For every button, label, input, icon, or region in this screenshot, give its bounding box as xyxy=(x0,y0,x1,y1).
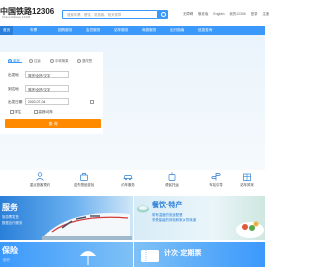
link-english[interactable]: English xyxy=(213,12,224,16)
link-my12306[interactable]: 我的12306 xyxy=(229,12,245,16)
food-plate-image xyxy=(236,221,264,238)
train-image xyxy=(42,212,132,240)
nav-guide[interactable]: 出行指南 xyxy=(170,28,184,33)
car-icon xyxy=(123,175,133,181)
highspeed-option[interactable]: 高铁/动车 xyxy=(34,109,53,114)
checkbox-icon xyxy=(10,110,14,114)
checkbox-icon xyxy=(34,110,38,114)
signpost-icon xyxy=(211,173,221,181)
nav-tickets[interactable]: 车票 xyxy=(30,28,37,33)
nav-station[interactable]: 站车服务 xyxy=(114,28,128,33)
promo-insurance-title: 保险 xyxy=(2,246,18,255)
promo-service-sub1: 旅游票发售 xyxy=(2,215,19,219)
search-input[interactable]: 搜索车票、餐饮、常旅客、相关规章 xyxy=(62,10,158,19)
to-input[interactable]: 简拼/全拼/汉字 xyxy=(25,85,69,92)
top-links: 无障碍 敬老版 English 我的12306 登录 注册 xyxy=(183,11,274,16)
service-style[interactable]: 站车风采 xyxy=(229,170,265,187)
nav-home[interactable]: 首页 xyxy=(0,26,14,35)
person-icon xyxy=(36,172,44,181)
from-label: 出发地 xyxy=(8,73,19,77)
service-bar: 重点旅客预约 遗失物品查找 约车服务 便民托运 车站引导 站车风采 xyxy=(0,170,265,193)
search-placeholder: 搜索车票、餐饮、常旅客、相关规章 xyxy=(67,13,122,17)
service-car-booking[interactable]: 约车服务 xyxy=(110,170,146,187)
promo-food[interactable]: 餐饮·特产 带有温度的旅途配餐 享受星级的体验和家乡的味道 xyxy=(134,196,265,240)
promo-pass-title: 计次·定期票 xyxy=(164,250,202,257)
ticket-icon xyxy=(141,250,159,262)
header: 中国铁路12306 China Railway 12306 搜索车票、餐饮、常旅… xyxy=(0,0,269,26)
link-login[interactable]: 登录 xyxy=(251,12,258,16)
link-accessibility[interactable]: 无障碍 xyxy=(183,12,193,16)
service-lost-found[interactable]: 遗失物品查找 xyxy=(66,170,102,187)
link-elderly[interactable]: 敬老版 xyxy=(198,12,208,16)
student-option[interactable]: 学生 xyxy=(10,109,21,114)
luggage-icon xyxy=(168,172,176,181)
radio-icon xyxy=(50,59,54,64)
service-consignment[interactable]: 便民托运 xyxy=(154,170,190,187)
from-input[interactable]: 简拼/全拼/汉字 xyxy=(25,71,69,78)
tab-roundtrip[interactable]: 往返 xyxy=(29,58,41,64)
building-icon xyxy=(243,173,251,181)
nav-group[interactable]: 团购服务 xyxy=(58,28,72,33)
query-button[interactable]: 查 询 xyxy=(5,119,101,128)
nav-business[interactable]: 商旅服务 xyxy=(142,28,156,33)
date-input[interactable]: 2020-07-04 xyxy=(25,98,69,105)
logo[interactable]: 中国铁路12306 China Railway 12306 xyxy=(0,6,54,19)
radio-icon xyxy=(77,59,81,64)
promo-service[interactable]: 服务 旅游票发售 数据出行服务 xyxy=(0,196,133,240)
promo-food-sub2: 享受星级的体验和家乡的味道 xyxy=(152,218,197,222)
calendar-icon[interactable] xyxy=(90,99,94,104)
active-tab-underline xyxy=(8,62,22,63)
umbrella-icon xyxy=(80,251,96,265)
tab-refund[interactable]: 退改签 xyxy=(77,58,92,64)
nav-info[interactable]: 信息查询 xyxy=(198,28,212,33)
teacup-icon xyxy=(137,205,149,213)
booking-tabs: 单程 往返 中转换乘 退改签 xyxy=(0,57,103,65)
radio-icon xyxy=(29,59,33,64)
service-key-passenger[interactable]: 重点旅客预约 xyxy=(22,170,58,187)
bag-icon xyxy=(80,173,88,181)
promo-insurance-sub: ·出行 xyxy=(2,258,10,262)
promo-pass[interactable]: 计次·定期票 xyxy=(134,242,265,267)
promo-insurance[interactable]: 保险 ·出行 xyxy=(0,242,133,267)
to-label: 到达地 xyxy=(8,87,19,91)
nav-member[interactable]: 会员服务 xyxy=(86,28,100,33)
promo-service-sub2: 数据出行服务 xyxy=(2,221,23,225)
promo-food-title: 餐饮·特产 xyxy=(152,202,183,209)
logo-subtitle: China Railway 12306 xyxy=(2,15,31,19)
main-nav: 首页 车票 团购服务 会员服务 站车服务 商旅服务 出行指南 信息查询 xyxy=(0,26,265,35)
search-button[interactable] xyxy=(158,10,168,19)
promo-service-title: 服务 xyxy=(2,203,18,212)
date-label: 出发日期 xyxy=(8,100,23,104)
tab-transfer[interactable]: 中转换乘 xyxy=(50,58,69,64)
link-register[interactable]: 注册 xyxy=(262,12,269,16)
